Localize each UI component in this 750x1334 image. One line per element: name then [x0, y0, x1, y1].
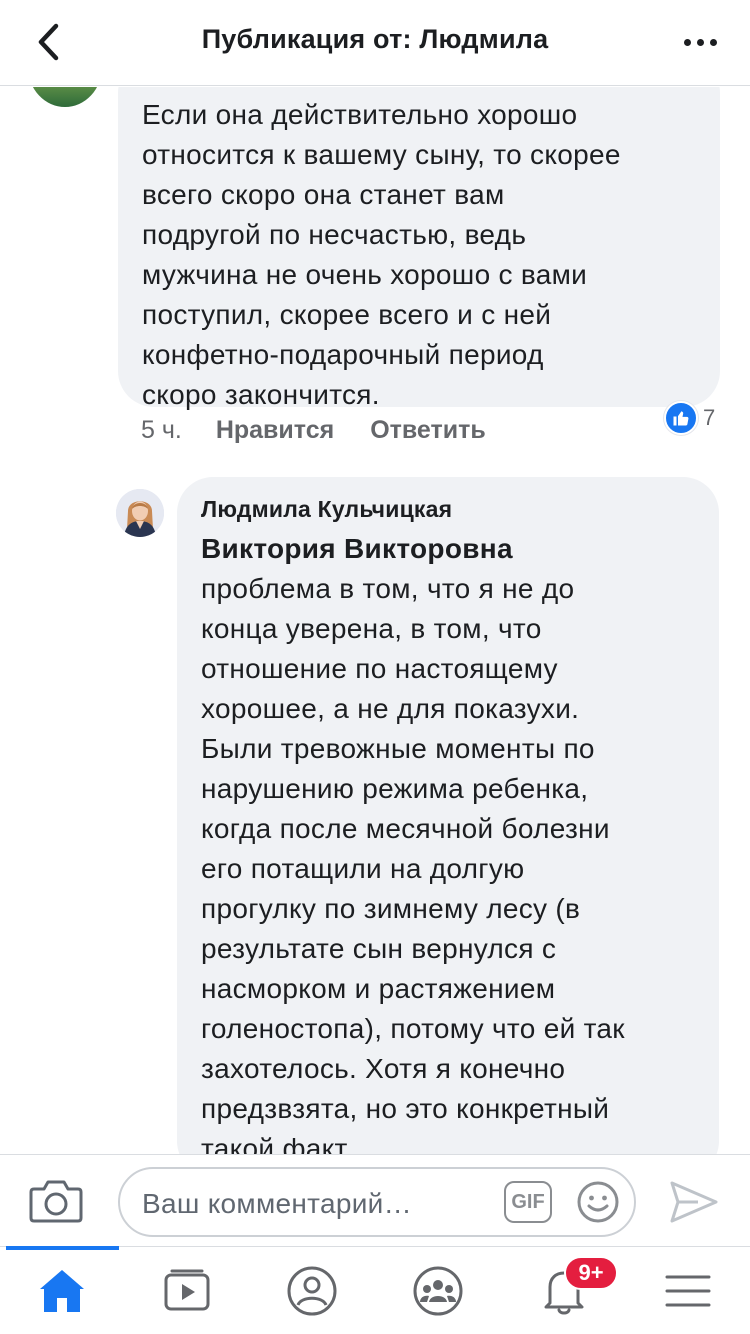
camera-icon: [29, 1180, 83, 1223]
comment-text: Если она действительно хорошо относится …: [142, 99, 621, 410]
hamburger-menu-icon: [665, 1275, 711, 1307]
reply-button[interactable]: Ответить: [370, 416, 486, 445]
commenter-avatar[interactable]: [28, 87, 102, 107]
notifications-badge: 9+: [564, 1256, 618, 1290]
emoji-button[interactable]: [576, 1180, 620, 1224]
tab-home[interactable]: [32, 1263, 92, 1319]
reply-bubble[interactable]: Людмила Кульчицкая Виктория Викторовна п…: [177, 477, 719, 1154]
reply-text: проблема в том, что я не до конца уверен…: [201, 573, 625, 1154]
tab-groups[interactable]: [408, 1263, 468, 1319]
page-title: Публикация от: Людмила: [201, 24, 549, 54]
tab-watch[interactable]: [158, 1263, 218, 1319]
tab-menu[interactable]: [658, 1263, 718, 1319]
back-button[interactable]: [28, 20, 68, 64]
camera-button[interactable]: [28, 1177, 84, 1225]
smiley-icon: [577, 1181, 619, 1223]
reply-author-name[interactable]: Людмила Кульчицкая: [201, 495, 697, 523]
comment-composer: Ваш комментарий… GIF: [0, 1154, 750, 1246]
like-reaction-icon: [664, 401, 698, 435]
tab-profile[interactable]: [282, 1263, 342, 1319]
comment-timestamp: 5 ч.: [141, 415, 182, 444]
top-navigation-bar: Публикация от: Людмила: [0, 0, 750, 86]
reactions-summary[interactable]: 7: [664, 400, 715, 436]
like-button[interactable]: Нравится: [216, 416, 334, 445]
comment-input[interactable]: Ваш комментарий… GIF: [118, 1167, 636, 1237]
reply-author-avatar[interactable]: [116, 489, 164, 537]
chevron-left-icon: [38, 23, 59, 61]
send-button[interactable]: [668, 1179, 720, 1225]
comment-placeholder: Ваш комментарий…: [142, 1188, 412, 1219]
reaction-count: 7: [703, 405, 716, 430]
mentioned-user[interactable]: Виктория Викторовна: [201, 529, 697, 569]
comment-bubble[interactable]: Если она действительно хорошо относится …: [118, 87, 720, 410]
video-play-icon: [164, 1269, 210, 1311]
more-dots-icon: [681, 38, 720, 46]
gif-button[interactable]: GIF: [504, 1181, 552, 1223]
more-options-button[interactable]: [672, 22, 728, 62]
comment-actions: 5 ч. Нравится Ответить: [141, 415, 486, 445]
profile-icon: [287, 1266, 337, 1316]
send-icon: [670, 1181, 718, 1223]
comments-thread[interactable]: Если она действительно хорошо относится …: [0, 87, 750, 1154]
home-icon: [40, 1270, 84, 1312]
bottom-tab-bar: [0, 1246, 750, 1334]
groups-icon: [413, 1266, 463, 1316]
active-tab-indicator: [6, 1246, 119, 1250]
